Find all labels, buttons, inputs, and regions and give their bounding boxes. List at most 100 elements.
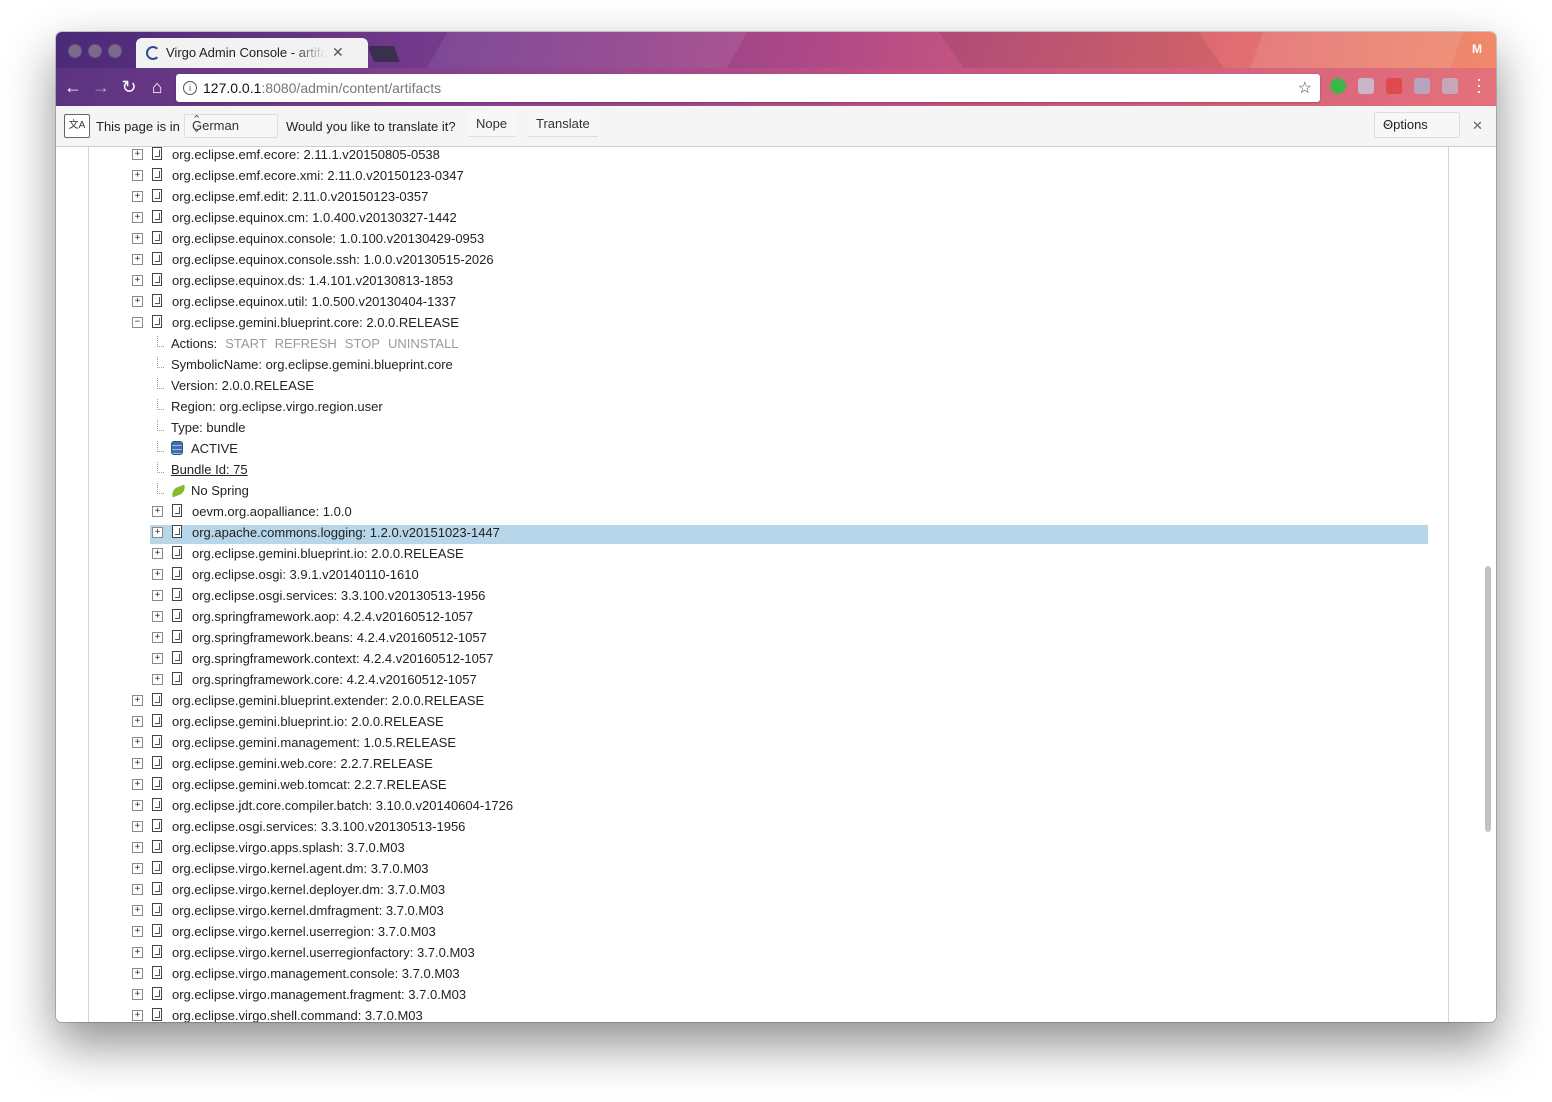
tree-row-label[interactable]: org.eclipse.virgo.apps.splash: 3.7.0.M03 — [172, 840, 405, 855]
home-button[interactable]: ⌂ — [146, 76, 168, 98]
tree-row-label[interactable]: org.eclipse.gemini.web.core: 2.2.7.RELEA… — [172, 756, 433, 771]
tree-row-label[interactable]: org.eclipse.osgi: 3.9.1.v20140110-1610 — [192, 567, 419, 582]
tree-row-label[interactable]: org.eclipse.emf.edit: 2.11.0.v20150123-0… — [172, 189, 428, 204]
tree-row-label[interactable]: org.eclipse.gemini.blueprint.io: 2.0.0.R… — [172, 714, 444, 729]
tree-row-label[interactable]: org.eclipse.virgo.management.fragment: 3… — [172, 987, 466, 1002]
extension-green-icon[interactable] — [1330, 78, 1346, 94]
tree-row-label[interactable]: org.eclipse.gemini.blueprint.extender: 2… — [172, 693, 484, 708]
expand-icon[interactable]: + — [132, 968, 143, 979]
expand-icon[interactable]: + — [152, 653, 163, 664]
bookmark-star-icon[interactable]: ☆ — [1298, 78, 1312, 98]
translate-options-button[interactable]: Options ⌄ — [1374, 112, 1460, 138]
expand-icon[interactable]: + — [152, 590, 163, 601]
tree-row[interactable]: + org.eclipse.equinox.ds: 1.4.101.v201308… — [56, 273, 1496, 294]
tree-row[interactable]: + org.springframework.beans: 4.2.4.v20160… — [56, 630, 1496, 651]
expand-icon[interactable]: + — [132, 800, 143, 811]
tree-row-label[interactable]: org.eclipse.gemini.blueprint.io: 2.0.0.R… — [192, 546, 464, 561]
tree-row-label[interactable]: org.springframework.context: 4.2.4.v2016… — [192, 651, 493, 666]
tree-row-label[interactable]: org.eclipse.equinox.ds: 1.4.101.v2013081… — [172, 273, 453, 288]
tree-row-label[interactable]: org.eclipse.virgo.management.console: 3.… — [172, 966, 460, 981]
tree-row[interactable]: + org.eclipse.virgo.kernel.userregion: 3.… — [56, 924, 1496, 945]
tree-row[interactable]: + org.eclipse.gemini.blueprint.extender: … — [56, 693, 1496, 714]
close-window-button[interactable] — [68, 44, 82, 58]
tree-row-label[interactable]: org.eclipse.virgo.kernel.userregion: 3.7… — [172, 924, 436, 939]
tree-row[interactable]: + org.springframework.core: 4.2.4.v201605… — [56, 672, 1496, 693]
tree-row-label[interactable]: org.springframework.core: 4.2.4.v2016051… — [192, 672, 477, 687]
reload-button[interactable]: ↻ — [118, 76, 140, 98]
tree-row[interactable]: + org.eclipse.equinox.console.ssh: 1.0.0.… — [56, 252, 1496, 273]
tree-row[interactable]: + org.eclipse.equinox.util: 1.0.500.v2013… — [56, 294, 1496, 315]
tree-row[interactable]: + org.eclipse.gemini.blueprint.io: 2.0.0.… — [56, 546, 1496, 567]
tree-row[interactable]: + org.springframework.context: 4.2.4.v201… — [56, 651, 1496, 672]
expand-icon[interactable]: + — [132, 779, 143, 790]
tree-row[interactable]: + org.eclipse.virgo.kernel.dmfragment: 3.… — [56, 903, 1496, 924]
tree-row[interactable]: + org.eclipse.virgo.management.console: 3… — [56, 966, 1496, 987]
expand-icon[interactable]: + — [132, 149, 143, 160]
tree-row-label[interactable]: org.eclipse.equinox.console: 1.0.100.v20… — [172, 231, 484, 246]
tree-row[interactable]: + org.eclipse.jdt.core.compiler.batch: 3.… — [56, 798, 1496, 819]
browser-menu-icon[interactable]: · · · — [1476, 70, 1482, 100]
tree-row-label[interactable]: org.eclipse.equinox.util: 1.0.500.v20130… — [172, 294, 456, 309]
tree-row[interactable]: + org.eclipse.gemini.web.core: 2.2.7.RELE… — [56, 756, 1496, 777]
tree-row[interactable]: + org.eclipse.virgo.shell.command: 3.7.0.… — [56, 1008, 1496, 1022]
tree-row-label[interactable]: org.eclipse.equinox.cm: 1.0.400.v2013032… — [172, 210, 457, 225]
translate-close-icon[interactable]: ✕ — [1472, 118, 1483, 134]
tree-row-label[interactable]: org.eclipse.gemini.web.tomcat: 2.2.7.REL… — [172, 777, 447, 792]
tree-row[interactable]: + org.eclipse.virgo.kernel.deployer.dm: 3… — [56, 882, 1496, 903]
tree-row-label[interactable]: org.eclipse.virgo.kernel.dmfragment: 3.7… — [172, 903, 444, 918]
expand-icon[interactable]: + — [152, 506, 163, 517]
bundle-id-row-text[interactable]: Bundle Id: 75 — [171, 462, 248, 477]
tree-row[interactable]: + org.eclipse.virgo.kernel.agent.dm: 3.7.… — [56, 861, 1496, 882]
expand-icon[interactable]: + — [132, 947, 143, 958]
expand-icon[interactable]: + — [132, 212, 143, 223]
expand-icon[interactable]: + — [152, 569, 163, 580]
tree-row[interactable]: + org.eclipse.gemini.web.tomcat: 2.2.7.RE… — [56, 777, 1496, 798]
expand-icon[interactable]: + — [132, 170, 143, 181]
tree-row-label[interactable]: org.eclipse.virgo.kernel.deployer.dm: 3.… — [172, 882, 445, 897]
expand-icon[interactable]: + — [132, 758, 143, 769]
tree-row-label[interactable]: org.springframework.aop: 4.2.4.v20160512… — [192, 609, 473, 624]
expand-icon[interactable]: + — [132, 716, 143, 727]
expand-icon[interactable]: + — [132, 1010, 143, 1021]
expand-icon[interactable]: + — [152, 527, 163, 538]
expand-icon[interactable]: + — [152, 611, 163, 622]
tree-row[interactable]: + org.eclipse.gemini.blueprint.io: 2.0.0.… — [56, 714, 1496, 735]
tree-row-label[interactable]: org.eclipse.emf.ecore: 2.11.1.v20150805-… — [172, 147, 440, 162]
tree-row-label[interactable]: org.eclipse.virgo.kernel.userregionfacto… — [172, 945, 475, 960]
tree-row-label[interactable]: oevm.org.aopalliance: 1.0.0 — [192, 504, 352, 519]
tree-row[interactable]: + org.eclipse.virgo.apps.splash: 3.7.0.M0… — [56, 840, 1496, 861]
expand-icon[interactable]: + — [132, 296, 143, 307]
info-icon[interactable]: i — [183, 81, 197, 95]
collapse-icon[interactable]: − — [132, 317, 143, 328]
address-bar[interactable]: i 127.0.0.1:8080/admin/content/artifacts… — [176, 74, 1320, 102]
tree-row[interactable]: + org.eclipse.gemini.management: 1.0.5.RE… — [56, 735, 1496, 756]
refresh-action-button[interactable]: REFRESH — [275, 336, 337, 351]
tree-row[interactable]: + org.eclipse.equinox.cm: 1.0.400.v201303… — [56, 210, 1496, 231]
tree-row-label[interactable]: org.eclipse.equinox.console.ssh: 1.0.0.v… — [172, 252, 494, 267]
extension-red-icon[interactable] — [1386, 78, 1402, 94]
tree-row[interactable]: + org.eclipse.emf.ecore.xmi: 2.11.0.v2015… — [56, 168, 1496, 189]
forward-button[interactable]: → — [90, 76, 112, 98]
extension-puzzle-icon[interactable] — [1442, 78, 1458, 94]
back-button[interactable]: ← — [62, 76, 84, 98]
expand-icon[interactable]: + — [132, 842, 143, 853]
nope-button[interactable]: Nope — [468, 112, 516, 137]
tree-row[interactable]: + org.eclipse.equinox.console: 1.0.100.v2… — [56, 231, 1496, 252]
tree-row[interactable]: + org.eclipse.osgi: 3.9.1.v20140110-1610 — [56, 567, 1496, 588]
tree-row-label[interactable]: org.eclipse.virgo.kernel.agent.dm: 3.7.0… — [172, 861, 429, 876]
expand-icon[interactable]: + — [132, 695, 143, 706]
tree-row[interactable]: + org.eclipse.virgo.management.fragment: … — [56, 987, 1496, 1008]
expand-icon[interactable]: + — [152, 674, 163, 685]
tree-row[interactable]: + oevm.org.aopalliance: 1.0.0 — [56, 504, 1496, 525]
extension-cast-icon[interactable] — [1358, 78, 1374, 94]
expand-icon[interactable]: + — [132, 884, 143, 895]
language-select[interactable]: German ⌃ ⌄ — [184, 114, 278, 138]
zoom-window-button[interactable] — [108, 44, 122, 58]
uninstall-action-button[interactable]: UNINSTALL — [388, 336, 459, 351]
expand-icon[interactable]: + — [132, 905, 143, 916]
new-tab-button[interactable] — [368, 46, 400, 62]
expand-icon[interactable]: + — [132, 989, 143, 1000]
tab-virgo-admin[interactable]: Virgo Admin Console - artifacts ✕ — [136, 38, 368, 68]
expand-icon[interactable]: + — [132, 863, 143, 874]
minimize-window-button[interactable] — [88, 44, 102, 58]
